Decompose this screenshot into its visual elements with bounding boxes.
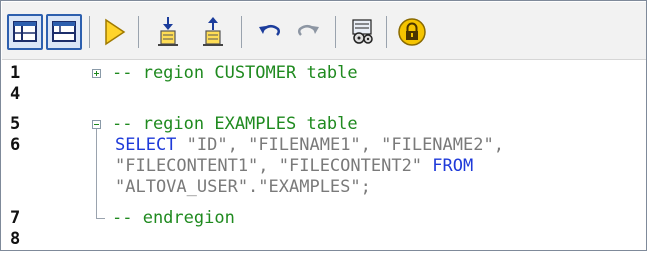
line-number: 5: [10, 114, 21, 134]
code-line-select-cont: "FILECONTENT1", "FILECONTENT2" FROM: [115, 156, 473, 176]
sql-columns: "ID", "FILENAME1", "FILENAME2",: [186, 135, 504, 155]
toolbar-separator: [241, 16, 242, 48]
line-number: 8: [10, 229, 21, 249]
fold-expand-icon[interactable]: [92, 69, 101, 78]
line-number: 1: [10, 63, 21, 83]
fold-guide-line: [96, 129, 97, 211]
sql-columns: "FILECONTENT1", "FILECONTENT2": [115, 156, 423, 176]
toolbar: [2, 2, 646, 60]
toolbar-separator: [386, 16, 387, 48]
fold-end-marker: [96, 210, 105, 219]
undo-icon[interactable]: [252, 14, 288, 50]
sql-keyword: SELECT: [115, 135, 177, 155]
import-icon[interactable]: [150, 14, 186, 50]
toolbar-separator: [89, 16, 90, 48]
lock-icon[interactable]: [394, 14, 430, 50]
line-number: 6: [10, 135, 21, 155]
toolbar-separator: [335, 16, 336, 48]
toolbar-separator: [138, 16, 139, 48]
code-line-region-customer: -- region CUSTOMER table: [112, 63, 358, 83]
fold-collapse-icon[interactable]: [92, 120, 101, 129]
code-line-select: SELECT "ID", "FILENAME1", "FILENAME2",: [115, 135, 504, 155]
line-number: 4: [10, 84, 21, 104]
redo-icon[interactable]: [290, 14, 326, 50]
line-number: 7: [10, 208, 21, 228]
code-line-table: "ALTOVA_USER"."EXAMPLES";: [115, 177, 371, 197]
code-editor[interactable]: 1 4 5 6 7 8 -- region CUSTOMER table -- …: [2, 60, 646, 250]
execute-icon[interactable]: [96, 14, 132, 50]
options-icon[interactable]: [344, 14, 380, 50]
split-horizontal-icon[interactable]: [46, 14, 82, 50]
code-line-endregion: -- endregion: [112, 208, 235, 228]
code-line-region-examples: -- region EXAMPLES table: [112, 114, 358, 134]
export-icon[interactable]: [195, 14, 231, 50]
sql-editor-window: 1 4 5 6 7 8 -- region CUSTOMER table -- …: [0, 0, 647, 251]
split-vertical-icon[interactable]: [7, 14, 43, 50]
sql-keyword: FROM: [432, 156, 474, 176]
